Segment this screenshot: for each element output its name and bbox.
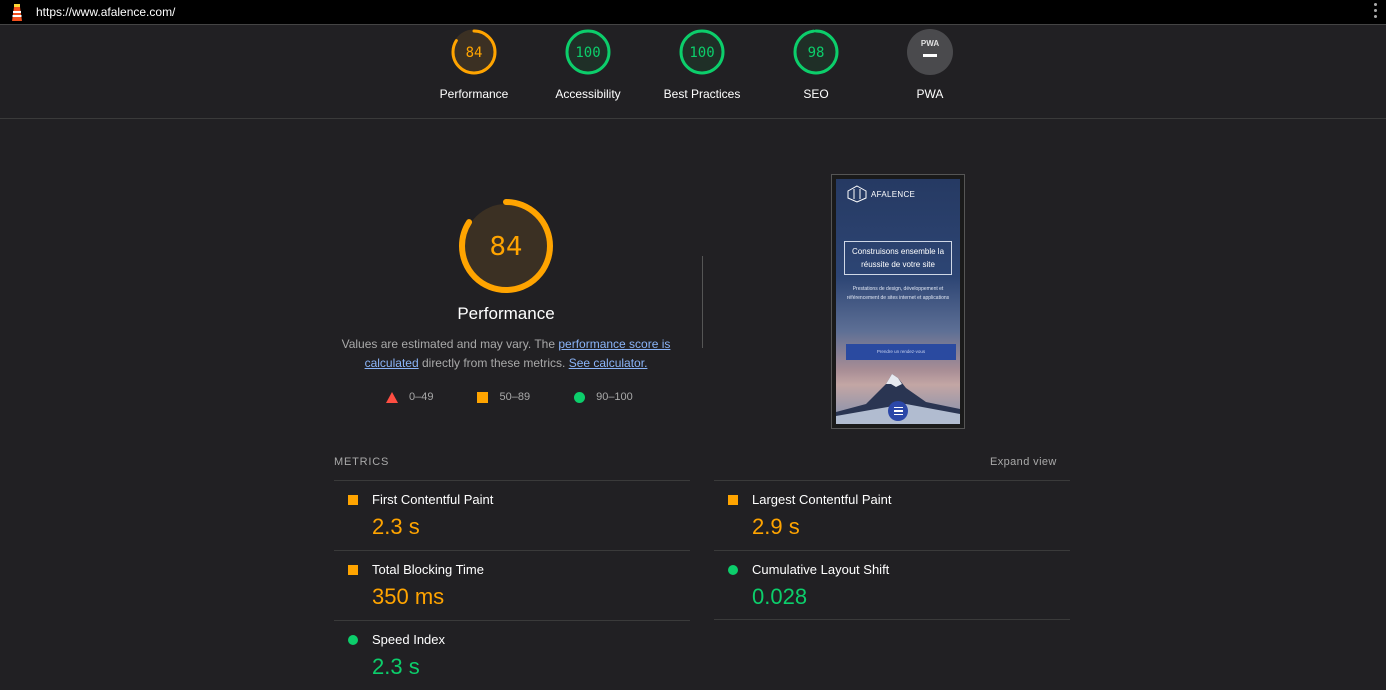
screenshot-subtext: Prestations de design, développement et … bbox=[846, 286, 950, 301]
screenshot-headline: Construisons ensemble la réussite de vot… bbox=[844, 241, 952, 275]
metric-total-blocking-time[interactable]: Total Blocking Time 350 ms bbox=[334, 550, 690, 620]
pass-circle-icon bbox=[574, 391, 586, 403]
category-gauges: 84 Performance 100 Accessibility 100 Bes… bbox=[0, 25, 1386, 119]
metric-name: Speed Index bbox=[372, 632, 446, 647]
divider bbox=[702, 256, 703, 348]
average-square-icon bbox=[477, 391, 489, 403]
gauge-score: 100 bbox=[689, 45, 714, 61]
gauge-ring: 84 bbox=[451, 29, 497, 75]
gauge-score: 84 bbox=[466, 45, 483, 61]
gauge-ring: 98 bbox=[793, 29, 839, 75]
page-url[interactable]: https://www.afalence.com/ bbox=[36, 5, 175, 19]
more-options-icon[interactable] bbox=[1374, 3, 1378, 18]
performance-main-gauge: 84 bbox=[456, 196, 556, 296]
lighthouse-icon bbox=[9, 2, 25, 21]
gauge-label: SEO bbox=[803, 87, 829, 101]
gauge-score: 98 bbox=[808, 45, 825, 61]
metric-largest-contentful-paint[interactable]: Largest Contentful Paint 2.9 s bbox=[714, 480, 1070, 550]
screenshot-preview: AFALENCE Construisons ensemble la réussi… bbox=[836, 179, 960, 424]
gauge-best-practices[interactable]: 100 Best Practices bbox=[645, 28, 759, 101]
gauge-label: Performance bbox=[439, 87, 509, 101]
fail-triangle-icon bbox=[386, 391, 398, 403]
metric-name: Largest Contentful Paint bbox=[752, 492, 892, 507]
performance-description: Values are estimated and may vary. The p… bbox=[341, 337, 671, 370]
gauge-score: 100 bbox=[575, 45, 600, 61]
expand-view-toggle[interactable]: Expand view bbox=[990, 456, 1057, 468]
metric-name: First Contentful Paint bbox=[372, 492, 494, 507]
afalence-logo-icon bbox=[847, 185, 867, 203]
see-calculator-link[interactable]: See calculator. bbox=[569, 356, 648, 370]
gauge-pwa[interactable]: PWA PWA bbox=[873, 28, 987, 101]
top-bar: https://www.afalence.com/ bbox=[0, 0, 1386, 25]
pass-circle-icon bbox=[728, 565, 738, 575]
legend-average: 50–89 bbox=[477, 391, 530, 403]
metric-value: 350 ms bbox=[372, 584, 445, 609]
hamburger-menu-icon bbox=[888, 401, 908, 421]
metrics-header: METRICS bbox=[334, 456, 390, 468]
gauge-performance[interactable]: 84 Performance bbox=[417, 28, 531, 101]
metric-value: 2.3 s bbox=[372, 514, 420, 539]
metric-speed-index[interactable]: Speed Index 2.3 s bbox=[334, 620, 690, 690]
metric-cumulative-layout-shift[interactable]: Cumulative Layout Shift 0.028 bbox=[714, 550, 1070, 620]
average-square-icon bbox=[348, 565, 358, 575]
gauge-accessibility[interactable]: 100 Accessibility bbox=[531, 28, 645, 101]
pass-circle-icon bbox=[348, 635, 358, 645]
average-square-icon bbox=[728, 495, 738, 505]
metric-value: 0.028 bbox=[752, 584, 808, 609]
performance-title: Performance bbox=[457, 304, 555, 323]
performance-score: 84 bbox=[489, 232, 522, 262]
gauge-label: Accessibility bbox=[555, 87, 621, 101]
pwa-badge-text: PWA bbox=[921, 39, 939, 48]
divider bbox=[714, 619, 1070, 620]
metric-value: 2.9 s bbox=[752, 514, 800, 539]
screenshot-cta-button: Prendre un rendez-vous bbox=[846, 344, 956, 360]
metric-name: Cumulative Layout Shift bbox=[752, 562, 890, 577]
legend-pass: 90–100 bbox=[574, 391, 633, 403]
legend-fail: 0–49 bbox=[386, 391, 433, 403]
pwa-icon: PWA bbox=[907, 29, 953, 75]
gauge-ring: 100 bbox=[565, 29, 611, 75]
gauge-ring: 100 bbox=[679, 29, 725, 75]
site-logo: AFALENCE bbox=[846, 185, 915, 203]
metric-name: Total Blocking Time bbox=[372, 562, 484, 577]
score-legend: 0–49 50–89 90–100 bbox=[386, 391, 677, 403]
gauge-label: Best Practices bbox=[663, 87, 741, 101]
final-screenshot[interactable]: AFALENCE Construisons ensemble la réussi… bbox=[831, 174, 965, 429]
average-square-icon bbox=[348, 495, 358, 505]
metric-value: 2.3 s bbox=[372, 654, 420, 679]
gauge-label: PWA bbox=[916, 87, 944, 101]
metric-first-contentful-paint[interactable]: First Contentful Paint 2.3 s bbox=[334, 480, 690, 550]
gauge-seo[interactable]: 98 SEO bbox=[759, 28, 873, 101]
